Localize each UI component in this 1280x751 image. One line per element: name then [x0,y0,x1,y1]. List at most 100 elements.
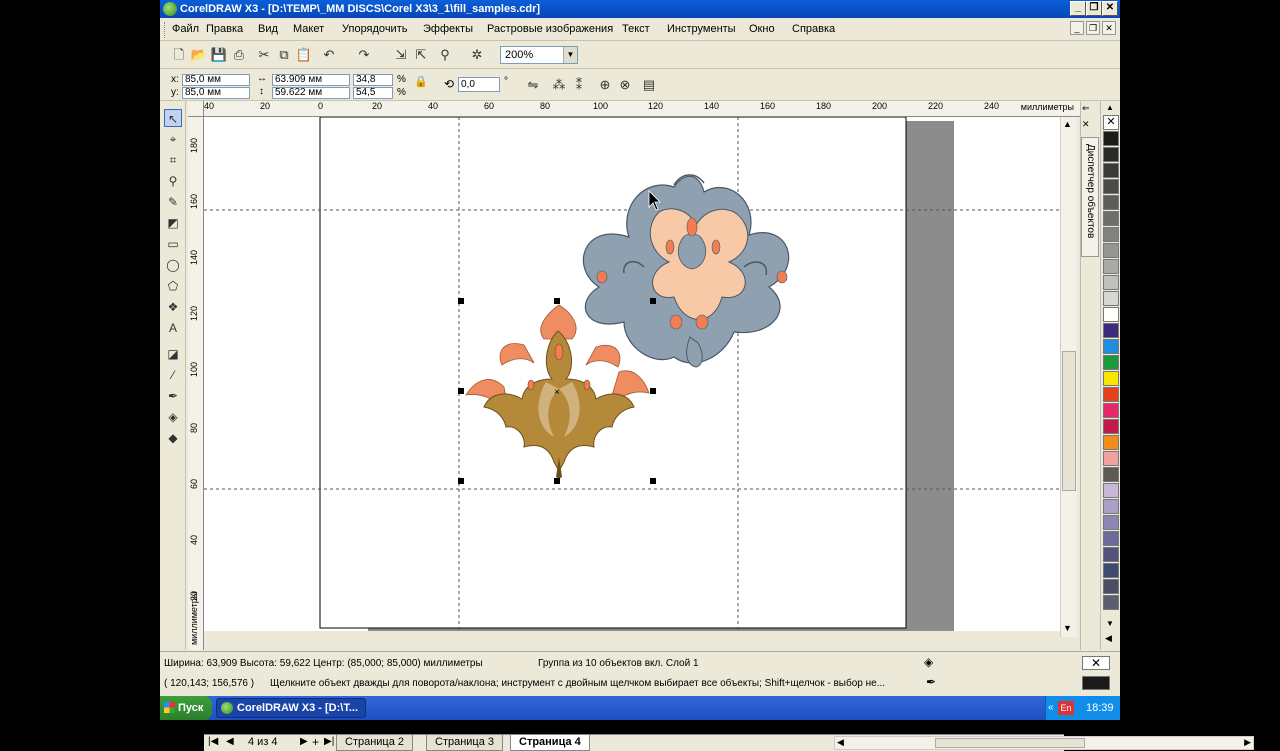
print-icon[interactable]: ⎙ [230,46,248,64]
interactive-blend-icon[interactable]: ◪ [164,345,182,363]
color-swatch[interactable] [1103,275,1119,290]
color-swatch[interactable] [1103,243,1119,258]
menu-tools[interactable]: Инструменты [667,23,736,35]
open-icon[interactable]: 📂 [190,46,208,64]
application-launcher-icon[interactable]: ⚲ [436,46,454,64]
palette-up-icon[interactable]: ▲ [1106,103,1114,112]
scroll-right-icon[interactable]: ▶ [1244,737,1251,748]
text-tool-icon[interactable]: A [164,319,182,337]
lock-ratio-icon[interactable]: 🔒 [414,75,428,88]
paste-icon[interactable]: 📋 [295,46,313,64]
scroll-down-icon[interactable]: ▼ [1063,623,1072,633]
start-button[interactable]: Пуск [160,696,212,720]
smart-fill-icon[interactable]: ◩ [164,214,182,232]
color-swatch[interactable] [1103,595,1119,610]
no-fill-swatch[interactable]: ✕ [1082,656,1110,670]
mirror-horizontal-icon[interactable]: ⇋ [524,76,542,94]
scroll-up-icon[interactable]: ▲ [1063,119,1072,129]
color-swatch[interactable] [1103,451,1119,466]
export-icon[interactable]: ⇱ [412,46,430,64]
color-swatch[interactable] [1103,579,1119,594]
ellipse-tool-icon[interactable]: ◯ [164,256,182,274]
doc-restore-icon[interactable]: ❐ [1086,21,1100,35]
polygon-tool-icon[interactable]: ⬠ [164,277,182,295]
ruler-corner[interactable] [188,101,204,117]
color-swatch[interactable] [1103,195,1119,210]
horizontal-scrollbar[interactable]: ◀ ▶ [834,736,1254,750]
color-swatch[interactable] [1103,467,1119,482]
copy-icon[interactable]: ⧉ [275,46,293,64]
to-front-icon[interactable]: ▤ [640,76,658,94]
zoom-select[interactable]: 200% ▼ [500,46,578,64]
break-apart-icon[interactable]: ⊗ [616,76,634,94]
vertical-scroll-thumb[interactable] [1062,351,1076,491]
import-icon[interactable]: ⇲ [392,46,410,64]
color-swatch[interactable] [1103,339,1119,354]
color-swatch[interactable] [1103,483,1119,498]
shape-tool-icon[interactable]: ⌖ [164,130,182,148]
rectangle-tool-icon[interactable]: ▭ [164,235,182,253]
cut-icon[interactable]: ✂ [255,46,273,64]
pick-tool-icon[interactable]: ↖ [164,109,182,127]
tray-expand-icon[interactable]: « [1048,696,1054,720]
language-indicator[interactable]: En [1058,701,1074,715]
rotation-field[interactable]: 0,0 [458,77,500,92]
page-tab-3[interactable]: Страница 3 [426,735,504,751]
crop-tool-icon[interactable]: ⌗ [164,151,182,169]
color-swatch[interactable] [1103,547,1119,562]
next-page-icon[interactable]: ▶ [300,736,308,747]
color-swatch[interactable] [1103,323,1119,338]
scale-y-field[interactable]: 54,5 [353,87,393,99]
color-swatch[interactable] [1103,291,1119,306]
doc-minimize-icon[interactable]: _ [1070,21,1084,35]
welcome-screen-icon[interactable]: ✲ [468,46,486,64]
group-icon[interactable]: ⁂ [550,76,568,94]
horizontal-ruler[interactable]: 40 20 0 20 40 60 80 100 120 140 160 180 … [204,101,1080,117]
close-icon[interactable]: ✕ [1102,1,1118,16]
fill-tool-icon[interactable]: ◈ [164,408,182,426]
color-swatch[interactable] [1103,227,1119,242]
menu-edit[interactable]: Правка [206,23,243,35]
minimize-icon[interactable]: _ [1070,1,1086,16]
menu-file[interactable]: Файл [172,23,199,35]
color-swatch[interactable] [1103,403,1119,418]
menu-bitmaps[interactable]: Растровые изображения [487,23,613,35]
basic-shapes-icon[interactable]: ❖ [164,298,182,316]
docker-close-icon[interactable]: ✕ [1082,119,1090,130]
taskbar-coreldraw[interactable]: CorelDRAW X3 - [D:\T... [216,698,366,718]
scroll-left-icon[interactable]: ◀ [837,737,844,748]
color-swatch[interactable] [1103,387,1119,402]
color-swatch[interactable] [1103,163,1119,178]
color-swatch[interactable] [1103,355,1119,370]
color-swatch[interactable] [1103,419,1119,434]
last-page-icon[interactable]: ▶| [324,736,334,747]
color-swatch[interactable]: ✕ [1103,115,1119,130]
outline-tool-icon[interactable]: ✒ [164,387,182,405]
color-swatch[interactable] [1103,179,1119,194]
outline-color-swatch[interactable] [1082,676,1110,690]
maximize-icon[interactable]: ❐ [1086,1,1102,16]
horizontal-scroll-thumb[interactable] [935,738,1085,748]
color-swatch[interactable] [1103,131,1119,146]
interactive-fill-icon[interactable]: ◆ [164,429,182,447]
redo-icon[interactable]: ↷ [355,46,373,64]
height-field[interactable]: 59.622 мм [272,87,350,99]
undo-icon[interactable]: ↶ [320,46,338,64]
combine-icon[interactable]: ⊕ [596,76,614,94]
drawing-canvas[interactable]: × [204,117,1060,631]
palette-expand-icon[interactable]: ◀ [1105,633,1112,644]
save-icon[interactable]: 💾 [210,46,228,64]
menu-view[interactable]: Вид [258,23,278,35]
menu-help[interactable]: Справка [792,23,835,35]
menu-window[interactable]: Окно [749,23,775,35]
ungroup-icon[interactable]: ⁑ [570,76,588,94]
color-swatch[interactable] [1103,531,1119,546]
color-swatch[interactable] [1103,499,1119,514]
fill-indicator-icon[interactable]: ◈ [924,655,933,669]
add-page-icon[interactable]: + [312,735,319,749]
chevron-down-icon[interactable]: ▼ [563,47,577,63]
color-swatch[interactable] [1103,147,1119,162]
scale-x-field[interactable]: 34,8 [353,74,393,86]
prev-page-icon[interactable]: ◀ [226,736,234,747]
menu-arrange[interactable]: Упорядочить [342,23,407,35]
